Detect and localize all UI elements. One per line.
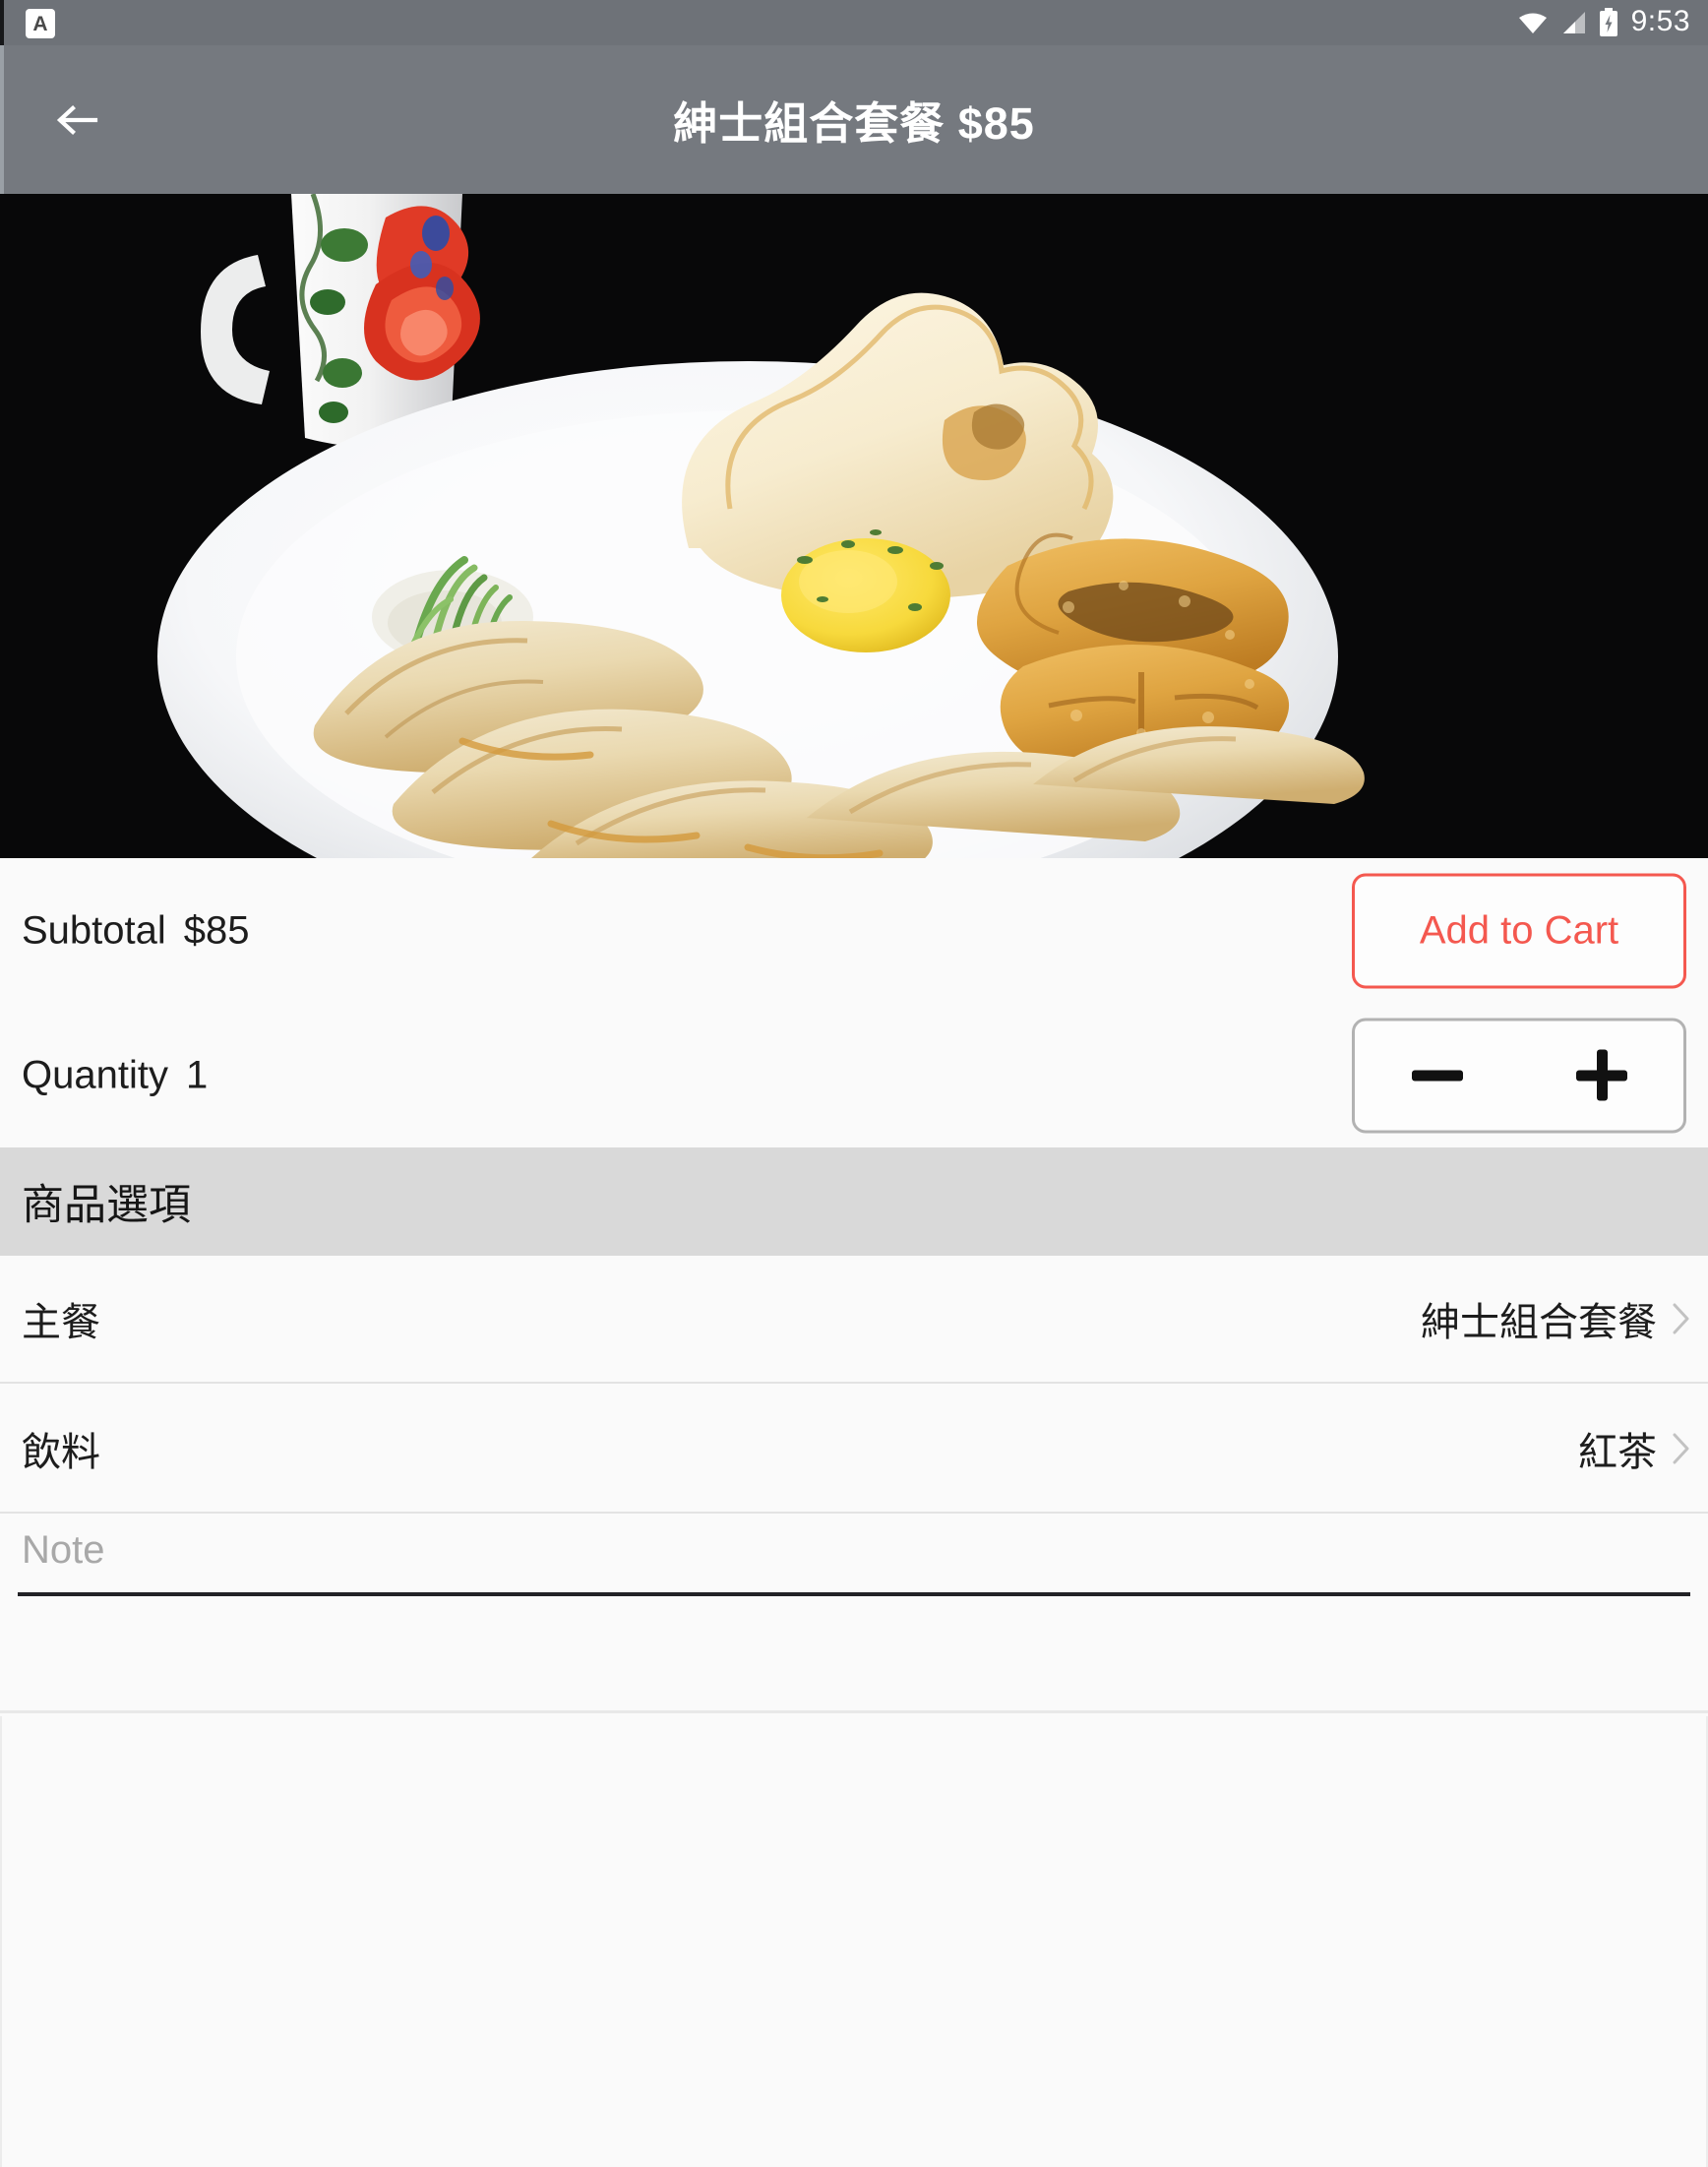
product-detail-screen: A 9:53 紳士組合套餐 $85 Subtotal $85 Add to Ca…: [0, 0, 1708, 2167]
status-bar-indicators: 9:53: [1518, 0, 1690, 45]
product-image: [0, 194, 1708, 858]
option-row-main-dish[interactable]: 主餐 紳士組合套餐: [0, 1256, 1708, 1384]
spacer-row: [0, 1602, 1708, 1713]
quantity-label: Quantity: [22, 1053, 168, 1096]
plus-icon: [1575, 1049, 1627, 1101]
cell-signal-icon: [1562, 12, 1585, 33]
quantity-label-group: Quantity 1: [22, 1053, 208, 1097]
note-input[interactable]: [18, 1516, 1690, 1596]
options-section-header: 商品選項: [0, 1147, 1708, 1256]
option-value-group: 紳士組合套餐: [1421, 1290, 1690, 1347]
quantity-value: 1: [185, 1053, 209, 1096]
chevron-right-icon: [1673, 1433, 1689, 1464]
product-image-artwork: [0, 194, 1708, 858]
content-empty-area: [0, 1716, 1708, 2167]
option-name: 飲料: [22, 1431, 100, 1474]
battery-charging-icon: [1599, 8, 1617, 36]
options-section-title: 商品選項: [22, 1182, 191, 1229]
option-value: 紳士組合套餐: [1421, 1301, 1657, 1344]
subtotal-label-group: Subtotal $85: [22, 908, 250, 953]
minus-icon: [1411, 1070, 1463, 1081]
status-bar-edge-strip: [0, 0, 4, 45]
add-to-cart-button[interactable]: Add to Cart: [1352, 873, 1686, 988]
wifi-icon: [1518, 13, 1547, 33]
status-bar: A 9:53: [0, 0, 1708, 45]
subtotal-label: Subtotal: [22, 908, 166, 952]
note-field-block: [0, 1516, 1708, 1602]
option-value: 紅茶: [1578, 1431, 1657, 1474]
quantity-stepper[interactable]: [1352, 1018, 1686, 1133]
page-title: 紳士組合套餐 $85: [673, 98, 1035, 149]
chevron-right-icon: [1673, 1303, 1689, 1334]
quantity-decrement-button[interactable]: [1355, 1021, 1519, 1130]
option-name: 主餐: [22, 1301, 100, 1344]
option-value-group: 紅茶: [1578, 1420, 1690, 1477]
option-row-drink[interactable]: 飲料 紅茶: [0, 1386, 1708, 1514]
notification-letter-a-icon: A: [26, 9, 55, 38]
subtotal-value: $85: [183, 908, 250, 952]
app-toolbar: 紳士組合套餐 $85: [0, 45, 1708, 194]
quantity-increment-button[interactable]: [1519, 1021, 1683, 1130]
subtotal-row: Subtotal $85 Add to Cart: [0, 858, 1708, 1003]
quantity-row: Quantity 1: [0, 1003, 1708, 1147]
add-to-cart-label: Add to Cart: [1419, 908, 1619, 952]
status-bar-clock: 9:53: [1630, 5, 1690, 37]
cart-panel: Subtotal $85 Add to Cart Quantity 1: [0, 858, 1708, 1147]
